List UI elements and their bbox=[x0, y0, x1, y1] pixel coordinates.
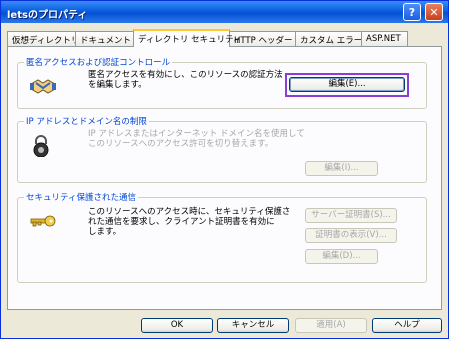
secure-communication-group: セキュリティ保護された通信 このリソースへのアクセス時に、セキュリティ保護さ れ… bbox=[17, 191, 427, 283]
ok-button[interactable]: OK bbox=[141, 318, 213, 333]
tab-directory-security[interactable]: ディレクトリ セキュリティ bbox=[133, 29, 242, 47]
edit-ip-restriction-button[interactable]: 編集(I)... bbox=[305, 161, 378, 176]
apply-button[interactable]: 適用(A) bbox=[295, 318, 367, 333]
directory-security-panel: 匿名アクセスおよび認証コントロール 匿名アクセスを有効にし、このリソースの認証方… bbox=[7, 46, 442, 310]
ip-restriction-description: IP アドレスまたはインターネット ドメイン名を使用して このリソースへのアクセ… bbox=[88, 129, 305, 149]
tab-virtual-directory[interactable]: 仮想ディレクトリ bbox=[7, 31, 79, 46]
tab-custom-errors[interactable]: カスタム エラー bbox=[295, 31, 362, 46]
secure-communication-description: このリソースへのアクセス時に、セキュリティ保護さ れた通信を要求し、クライアント… bbox=[88, 207, 291, 237]
handshake-icon bbox=[30, 79, 56, 94]
view-certificate-button[interactable]: 証明書の表示(V)... bbox=[305, 228, 397, 243]
tab-aspnet[interactable]: ASP.NET bbox=[361, 31, 408, 46]
anonymous-access-description: 匿名アクセスを有効にし、このリソースの認証方法 を編集します。 bbox=[88, 70, 283, 90]
ip-restriction-group-title: IP アドレスとドメイン名の制限 bbox=[24, 115, 149, 127]
secure-communication-group-title: セキュリティ保護された通信 bbox=[24, 191, 138, 203]
ip-restriction-group: IP アドレスとドメイン名の制限 IP アドレスまたはインターネット ドメイン名… bbox=[17, 115, 427, 183]
anonymous-access-group-title: 匿名アクセスおよび認証コントロール bbox=[24, 56, 173, 68]
lock-icon bbox=[33, 135, 49, 157]
window-title: letsのプロパティ bbox=[7, 10, 88, 21]
help-footer-button[interactable]: ヘルプ bbox=[372, 318, 442, 333]
edit-secure-communication-button[interactable]: 編集(D)... bbox=[305, 249, 378, 264]
tab-documents[interactable]: ドキュメント bbox=[75, 31, 134, 46]
title-bar[interactable]: letsのプロパティ ? ✕ bbox=[1, 1, 448, 23]
anonymous-access-group: 匿名アクセスおよび認証コントロール 匿名アクセスを有効にし、このリソースの認証方… bbox=[17, 56, 427, 109]
edit-authentication-button[interactable]: 編集(E)... bbox=[289, 77, 405, 92]
server-certificate-button[interactable]: サーバー証明書(S)... bbox=[305, 208, 397, 223]
cancel-button[interactable]: キャンセル bbox=[217, 318, 289, 333]
properties-window: letsのプロパティ ? ✕ 仮想ディレクトリ ドキュメント ディレクトリ セキ… bbox=[0, 0, 449, 339]
key-icon bbox=[30, 215, 56, 227]
help-button[interactable]: ? bbox=[403, 3, 421, 21]
close-button[interactable]: ✕ bbox=[425, 3, 443, 21]
